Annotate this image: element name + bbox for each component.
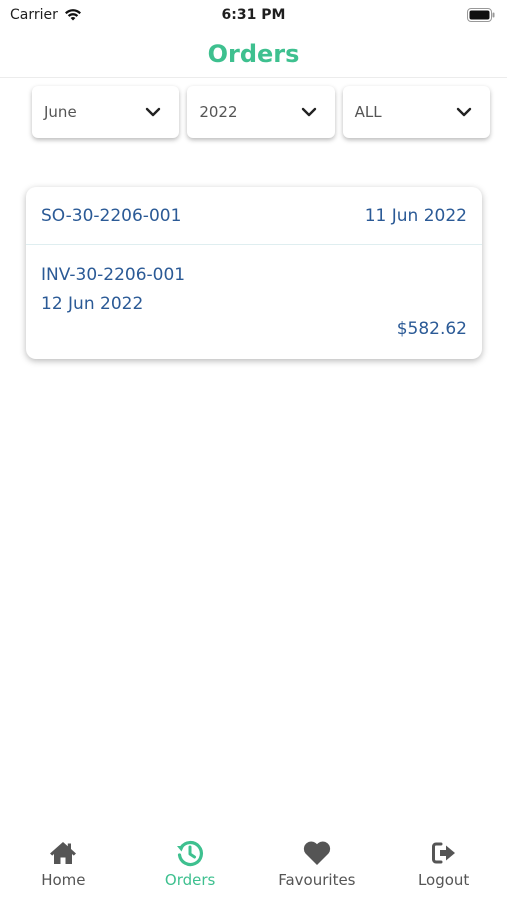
tab-home[interactable]: Home xyxy=(8,838,118,889)
heart-icon xyxy=(303,841,330,865)
tab-bar: Home Orders Favourites Logout xyxy=(0,830,507,900)
chevron-down-icon xyxy=(456,107,472,117)
tab-logout-label: Logout xyxy=(417,871,470,889)
nav-bar: Orders xyxy=(0,30,507,78)
invoice-number: INV-30-2206-001 xyxy=(41,265,186,285)
order-amount: $582.62 xyxy=(396,319,467,339)
tab-favourites[interactable]: Favourites xyxy=(262,838,372,889)
month-dropdown[interactable]: June xyxy=(32,86,180,138)
filter-bar: June 2022 ALL xyxy=(32,86,490,140)
status-left: Carrier xyxy=(10,7,82,23)
status-value: ALL xyxy=(354,103,382,121)
status-bar: Carrier 6:31 PM xyxy=(0,0,507,30)
order-number: SO-30-2206-001 xyxy=(41,205,182,226)
order-card[interactable]: SO-30-2206-001 11 Jun 2022 INV-30-2206-0… xyxy=(26,187,482,359)
logout-icon xyxy=(431,842,455,864)
tab-orders[interactable]: Orders xyxy=(135,838,245,889)
home-icon xyxy=(50,842,77,864)
status-dropdown[interactable]: ALL xyxy=(342,86,490,138)
tab-orders-label: Orders xyxy=(164,871,216,889)
chevron-down-icon xyxy=(301,107,316,117)
invoice-date: 12 Jun 2022 xyxy=(41,294,144,314)
year-value: 2022 xyxy=(199,103,238,121)
tab-home-label: Home xyxy=(41,871,86,889)
tab-favourites-label: Favourites xyxy=(278,871,356,889)
order-date: 11 Jun 2022 xyxy=(364,205,467,226)
history-icon xyxy=(177,840,204,867)
wifi-icon xyxy=(64,9,81,21)
page-title: Orders xyxy=(207,39,300,68)
battery-icon xyxy=(467,8,495,22)
tab-logout[interactable]: Logout xyxy=(389,838,499,889)
chevron-down-icon xyxy=(146,107,161,117)
month-value: June xyxy=(44,103,77,121)
order-card-body: INV-30-2206-001 12 Jun 2022 $582.62 xyxy=(26,245,482,358)
carrier-label: Carrier xyxy=(10,7,58,23)
year-dropdown[interactable]: 2022 xyxy=(187,86,335,138)
order-card-header: SO-30-2206-001 11 Jun 2022 xyxy=(26,187,482,245)
